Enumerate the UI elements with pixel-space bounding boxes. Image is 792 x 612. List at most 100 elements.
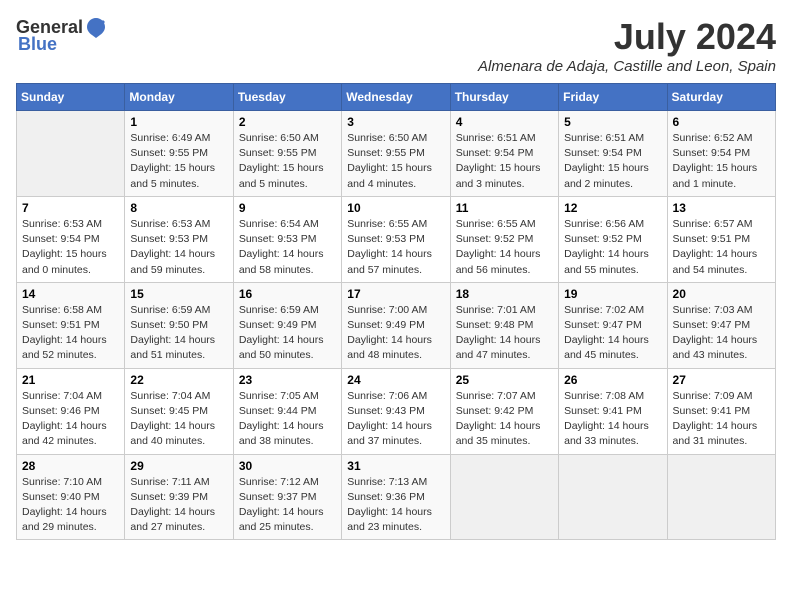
calendar-cell [559, 454, 667, 540]
day-info: Sunrise: 7:05 AMSunset: 9:44 PMDaylight:… [239, 389, 336, 450]
weekday-header-cell: Sunday [17, 84, 125, 111]
calendar-cell: 27 Sunrise: 7:09 AMSunset: 9:41 PMDayligh… [667, 368, 775, 454]
day-info: Sunrise: 7:04 AMSunset: 9:46 PMDaylight:… [22, 389, 119, 450]
day-number: 27 [673, 373, 770, 387]
day-info: Sunrise: 7:04 AMSunset: 9:45 PMDaylight:… [130, 389, 227, 450]
weekday-header-row: SundayMondayTuesdayWednesdayThursdayFrid… [17, 84, 776, 111]
day-info: Sunrise: 6:49 AMSunset: 9:55 PMDaylight:… [130, 131, 227, 192]
weekday-header-cell: Tuesday [233, 84, 341, 111]
day-info: Sunrise: 7:06 AMSunset: 9:43 PMDaylight:… [347, 389, 444, 450]
calendar-cell: 28 Sunrise: 7:10 AMSunset: 9:40 PMDayligh… [17, 454, 125, 540]
calendar-cell [450, 454, 558, 540]
calendar-cell: 13 Sunrise: 6:57 AMSunset: 9:51 PMDayligh… [667, 196, 775, 282]
day-info: Sunrise: 7:13 AMSunset: 9:36 PMDaylight:… [347, 475, 444, 536]
calendar-cell: 4 Sunrise: 6:51 AMSunset: 9:54 PMDaylight… [450, 111, 558, 197]
day-info: Sunrise: 6:52 AMSunset: 9:54 PMDaylight:… [673, 131, 770, 192]
day-info: Sunrise: 7:07 AMSunset: 9:42 PMDaylight:… [456, 389, 553, 450]
day-info: Sunrise: 7:00 AMSunset: 9:49 PMDaylight:… [347, 303, 444, 364]
calendar-cell: 26 Sunrise: 7:08 AMSunset: 9:41 PMDayligh… [559, 368, 667, 454]
day-number: 5 [564, 115, 661, 129]
calendar-cell: 16Sunrise: 6:59 AMSunset: 9:49 PMDayligh… [233, 282, 341, 368]
day-number: 6 [673, 115, 770, 129]
calendar-week-row: 28 Sunrise: 7:10 AMSunset: 9:40 PMDayligh… [17, 454, 776, 540]
month-title: July 2024 [478, 16, 776, 58]
calendar-cell: 19 Sunrise: 7:02 AMSunset: 9:47 PMDayligh… [559, 282, 667, 368]
day-info: Sunrise: 6:53 AMSunset: 9:53 PMDaylight:… [130, 217, 227, 278]
calendar-cell: 9Sunrise: 6:54 AMSunset: 9:53 PMDaylight… [233, 196, 341, 282]
calendar-week-row: 7 Sunrise: 6:53 AMSunset: 9:54 PMDaylight… [17, 196, 776, 282]
weekday-header-cell: Monday [125, 84, 233, 111]
calendar-cell: 24 Sunrise: 7:06 AMSunset: 9:43 PMDayligh… [342, 368, 450, 454]
calendar-cell: 5 Sunrise: 6:51 AMSunset: 9:54 PMDaylight… [559, 111, 667, 197]
weekday-header-cell: Friday [559, 84, 667, 111]
day-info: Sunrise: 7:02 AMSunset: 9:47 PMDaylight:… [564, 303, 661, 364]
day-number: 15 [130, 287, 227, 301]
day-number: 13 [673, 201, 770, 215]
day-info: Sunrise: 7:01 AMSunset: 9:48 PMDaylight:… [456, 303, 553, 364]
calendar-cell: 25Sunrise: 7:07 AMSunset: 9:42 PMDayligh… [450, 368, 558, 454]
day-number: 24 [347, 373, 444, 387]
weekday-header-cell: Wednesday [342, 84, 450, 111]
calendar-cell: 17 Sunrise: 7:00 AMSunset: 9:49 PMDayligh… [342, 282, 450, 368]
day-number: 28 [22, 459, 119, 473]
day-number: 2 [239, 115, 336, 129]
day-number: 19 [564, 287, 661, 301]
day-number: 17 [347, 287, 444, 301]
day-number: 11 [456, 201, 553, 215]
day-number: 21 [22, 373, 119, 387]
day-number: 29 [130, 459, 227, 473]
day-number: 10 [347, 201, 444, 215]
day-number: 22 [130, 373, 227, 387]
day-number: 26 [564, 373, 661, 387]
calendar-cell [667, 454, 775, 540]
day-info: Sunrise: 7:03 AMSunset: 9:47 PMDaylight:… [673, 303, 770, 364]
weekday-header-cell: Thursday [450, 84, 558, 111]
day-info: Sunrise: 6:58 AMSunset: 9:51 PMDaylight:… [22, 303, 119, 364]
day-number: 3 [347, 115, 444, 129]
calendar-cell: 20 Sunrise: 7:03 AMSunset: 9:47 PMDayligh… [667, 282, 775, 368]
calendar-cell: 1 Sunrise: 6:49 AMSunset: 9:55 PMDaylight… [125, 111, 233, 197]
day-number: 14 [22, 287, 119, 301]
day-info: Sunrise: 6:57 AMSunset: 9:51 PMDaylight:… [673, 217, 770, 278]
day-number: 16 [239, 287, 336, 301]
calendar-cell: 7 Sunrise: 6:53 AMSunset: 9:54 PMDaylight… [17, 196, 125, 282]
day-info: Sunrise: 6:50 AMSunset: 9:55 PMDaylight:… [239, 131, 336, 192]
day-info: Sunrise: 6:55 AMSunset: 9:53 PMDaylight:… [347, 217, 444, 278]
calendar-week-row: 21 Sunrise: 7:04 AMSunset: 9:46 PMDayligh… [17, 368, 776, 454]
day-number: 18 [456, 287, 553, 301]
day-info: Sunrise: 6:56 AMSunset: 9:52 PMDaylight:… [564, 217, 661, 278]
calendar-cell: 23Sunrise: 7:05 AMSunset: 9:44 PMDayligh… [233, 368, 341, 454]
calendar-cell: 12 Sunrise: 6:56 AMSunset: 9:52 PMDayligh… [559, 196, 667, 282]
day-info: Sunrise: 7:09 AMSunset: 9:41 PMDaylight:… [673, 389, 770, 450]
calendar-cell: 11 Sunrise: 6:55 AMSunset: 9:52 PMDayligh… [450, 196, 558, 282]
day-number: 8 [130, 201, 227, 215]
day-info: Sunrise: 6:59 AMSunset: 9:50 PMDaylight:… [130, 303, 227, 364]
calendar-table: SundayMondayTuesdayWednesdayThursdayFrid… [16, 83, 776, 540]
logo: General Blue [16, 16, 107, 55]
day-number: 12 [564, 201, 661, 215]
day-info: Sunrise: 7:10 AMSunset: 9:40 PMDaylight:… [22, 475, 119, 536]
day-info: Sunrise: 7:08 AMSunset: 9:41 PMDaylight:… [564, 389, 661, 450]
day-info: Sunrise: 6:54 AMSunset: 9:53 PMDaylight:… [239, 217, 336, 278]
calendar-cell: 29 Sunrise: 7:11 AMSunset: 9:39 PMDayligh… [125, 454, 233, 540]
day-number: 1 [130, 115, 227, 129]
day-info: Sunrise: 6:51 AMSunset: 9:54 PMDaylight:… [456, 131, 553, 192]
calendar-week-row: 1 Sunrise: 6:49 AMSunset: 9:55 PMDaylight… [17, 111, 776, 197]
calendar-cell: 21 Sunrise: 7:04 AMSunset: 9:46 PMDayligh… [17, 368, 125, 454]
day-info: Sunrise: 6:51 AMSunset: 9:54 PMDaylight:… [564, 131, 661, 192]
calendar-cell: 14 Sunrise: 6:58 AMSunset: 9:51 PMDayligh… [17, 282, 125, 368]
calendar-cell: 2 Sunrise: 6:50 AMSunset: 9:55 PMDaylight… [233, 111, 341, 197]
day-info: Sunrise: 7:11 AMSunset: 9:39 PMDaylight:… [130, 475, 227, 536]
calendar-cell: 15 Sunrise: 6:59 AMSunset: 9:50 PMDayligh… [125, 282, 233, 368]
day-number: 31 [347, 459, 444, 473]
day-info: Sunrise: 6:55 AMSunset: 9:52 PMDaylight:… [456, 217, 553, 278]
day-info: Sunrise: 6:50 AMSunset: 9:55 PMDaylight:… [347, 131, 444, 192]
title-block: July 2024 Almenara de Adaja, Castille an… [478, 16, 776, 75]
day-number: 30 [239, 459, 336, 473]
day-number: 7 [22, 201, 119, 215]
day-info: Sunrise: 7:12 AMSunset: 9:37 PMDaylight:… [239, 475, 336, 536]
day-info: Sunrise: 6:53 AMSunset: 9:54 PMDaylight:… [22, 217, 119, 278]
day-number: 4 [456, 115, 553, 129]
day-number: 20 [673, 287, 770, 301]
location-title: Almenara de Adaja, Castille and Leon, Sp… [478, 58, 776, 75]
